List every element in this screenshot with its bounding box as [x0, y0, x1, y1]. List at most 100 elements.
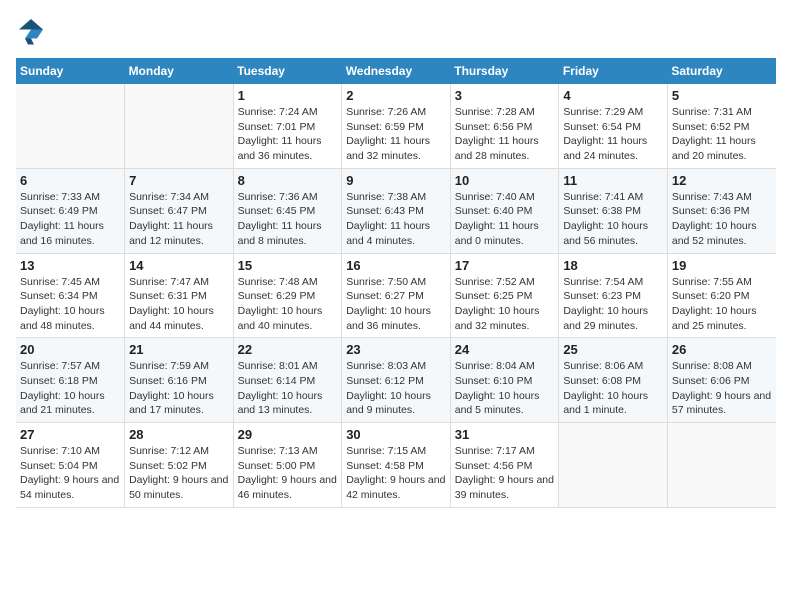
calendar-day-cell: 11 Sunrise: 7:41 AM Sunset: 6:38 PM Dayli…: [559, 168, 668, 253]
day-info: Sunrise: 7:45 AM Sunset: 6:34 PM Dayligh…: [20, 275, 120, 334]
calendar-day-cell: 13 Sunrise: 7:45 AM Sunset: 6:34 PM Dayli…: [16, 253, 125, 338]
day-number: 9: [346, 173, 446, 188]
day-info: Sunrise: 7:13 AM Sunset: 5:00 PM Dayligh…: [238, 444, 338, 503]
day-info: Sunrise: 7:55 AM Sunset: 6:20 PM Dayligh…: [672, 275, 772, 334]
day-info: Sunrise: 7:28 AM Sunset: 6:56 PM Dayligh…: [455, 105, 555, 164]
day-info: Sunrise: 8:04 AM Sunset: 6:10 PM Dayligh…: [455, 359, 555, 418]
day-info: Sunrise: 7:40 AM Sunset: 6:40 PM Dayligh…: [455, 190, 555, 249]
day-number: 21: [129, 342, 229, 357]
day-info: Sunrise: 7:24 AM Sunset: 7:01 PM Dayligh…: [238, 105, 338, 164]
day-number: 24: [455, 342, 555, 357]
day-info: Sunrise: 7:31 AM Sunset: 6:52 PM Dayligh…: [672, 105, 772, 164]
calendar-day-cell: 21Sunrise: 7:59 AM Sunset: 6:16 PM Dayli…: [125, 338, 234, 423]
day-number: 28: [129, 427, 229, 442]
calendar-day-cell: [667, 423, 776, 508]
calendar-day-cell: 9 Sunrise: 7:38 AM Sunset: 6:43 PM Daylig…: [342, 168, 451, 253]
calendar-day-cell: 31Sunrise: 7:17 AM Sunset: 4:56 PM Dayli…: [450, 423, 559, 508]
calendar-day-cell: 4Sunrise: 7:29 AM Sunset: 6:54 PM Daylig…: [559, 84, 668, 168]
day-number: 26: [672, 342, 772, 357]
weekday-header: Monday: [125, 58, 234, 84]
day-number: 1: [238, 88, 338, 103]
day-info: Sunrise: 7:36 AM Sunset: 6:45 PM Dayligh…: [238, 190, 338, 249]
weekday-header: Friday: [559, 58, 668, 84]
calendar-day-cell: 20 Sunrise: 7:57 AM Sunset: 6:18 PM Dayli…: [16, 338, 125, 423]
day-number: 29: [238, 427, 338, 442]
day-number: 23: [346, 342, 446, 357]
calendar-day-cell: 16 Sunrise: 7:50 AM Sunset: 6:27 PM Dayli…: [342, 253, 451, 338]
calendar-day-cell: 24 Sunrise: 8:04 AM Sunset: 6:10 PM Dayli…: [450, 338, 559, 423]
calendar-body: 1 Sunrise: 7:24 AM Sunset: 7:01 PM Daylig…: [16, 84, 776, 507]
calendar-day-cell: 23Sunrise: 8:03 AM Sunset: 6:12 PM Dayli…: [342, 338, 451, 423]
day-number: 27: [20, 427, 120, 442]
day-number: 16: [346, 258, 446, 273]
calendar-day-cell: 2 Sunrise: 7:26 AM Sunset: 6:59 PM Daylig…: [342, 84, 451, 168]
calendar-day-cell: [16, 84, 125, 168]
day-info: Sunrise: 7:41 AM Sunset: 6:38 PM Dayligh…: [563, 190, 663, 249]
calendar-day-cell: 22Sunrise: 8:01 AM Sunset: 6:14 PM Dayli…: [233, 338, 342, 423]
day-info: Sunrise: 7:17 AM Sunset: 4:56 PM Dayligh…: [455, 444, 555, 503]
calendar-day-cell: 7 Sunrise: 7:34 AM Sunset: 6:47 PM Daylig…: [125, 168, 234, 253]
calendar-day-cell: 30 Sunrise: 7:15 AM Sunset: 4:58 PM Dayli…: [342, 423, 451, 508]
day-number: 10: [455, 173, 555, 188]
day-info: Sunrise: 7:38 AM Sunset: 6:43 PM Dayligh…: [346, 190, 446, 249]
day-number: 3: [455, 88, 555, 103]
day-info: Sunrise: 7:50 AM Sunset: 6:27 PM Dayligh…: [346, 275, 446, 334]
day-number: 12: [672, 173, 772, 188]
page-header: [16, 16, 776, 46]
calendar-day-cell: 5 Sunrise: 7:31 AM Sunset: 6:52 PM Daylig…: [667, 84, 776, 168]
day-info: Sunrise: 7:47 AM Sunset: 6:31 PM Dayligh…: [129, 275, 229, 334]
day-number: 30: [346, 427, 446, 442]
day-number: 5: [672, 88, 772, 103]
calendar-day-cell: 8 Sunrise: 7:36 AM Sunset: 6:45 PM Daylig…: [233, 168, 342, 253]
day-number: 20: [20, 342, 120, 357]
calendar-day-cell: [559, 423, 668, 508]
calendar-day-cell: 18Sunrise: 7:54 AM Sunset: 6:23 PM Dayli…: [559, 253, 668, 338]
day-info: Sunrise: 7:12 AM Sunset: 5:02 PM Dayligh…: [129, 444, 229, 503]
day-number: 11: [563, 173, 663, 188]
calendar-week-row: 1 Sunrise: 7:24 AM Sunset: 7:01 PM Daylig…: [16, 84, 776, 168]
day-info: Sunrise: 7:26 AM Sunset: 6:59 PM Dayligh…: [346, 105, 446, 164]
day-number: 2: [346, 88, 446, 103]
calendar-table: SundayMondayTuesdayWednesdayThursdayFrid…: [16, 58, 776, 508]
calendar-day-cell: 29 Sunrise: 7:13 AM Sunset: 5:00 PM Dayli…: [233, 423, 342, 508]
day-info: Sunrise: 7:34 AM Sunset: 6:47 PM Dayligh…: [129, 190, 229, 249]
calendar-day-cell: 28 Sunrise: 7:12 AM Sunset: 5:02 PM Dayli…: [125, 423, 234, 508]
calendar-day-cell: 12 Sunrise: 7:43 AM Sunset: 6:36 PM Dayli…: [667, 168, 776, 253]
day-number: 25: [563, 342, 663, 357]
calendar-day-cell: 19 Sunrise: 7:55 AM Sunset: 6:20 PM Dayli…: [667, 253, 776, 338]
day-number: 14: [129, 258, 229, 273]
weekday-header: Wednesday: [342, 58, 451, 84]
day-info: Sunrise: 7:15 AM Sunset: 4:58 PM Dayligh…: [346, 444, 446, 503]
day-info: Sunrise: 7:52 AM Sunset: 6:25 PM Dayligh…: [455, 275, 555, 334]
day-info: Sunrise: 7:57 AM Sunset: 6:18 PM Dayligh…: [20, 359, 120, 418]
weekday-header: Tuesday: [233, 58, 342, 84]
day-info: Sunrise: 7:54 AM Sunset: 6:23 PM Dayligh…: [563, 275, 663, 334]
calendar-day-cell: [125, 84, 234, 168]
day-number: 7: [129, 173, 229, 188]
logo-icon: [16, 16, 46, 46]
day-number: 13: [20, 258, 120, 273]
day-info: Sunrise: 7:10 AM Sunset: 5:04 PM Dayligh…: [20, 444, 120, 503]
calendar-day-cell: 25Sunrise: 8:06 AM Sunset: 6:08 PM Dayli…: [559, 338, 668, 423]
logo: [16, 16, 50, 46]
weekday-header: Sunday: [16, 58, 125, 84]
day-number: 19: [672, 258, 772, 273]
calendar-day-cell: 3 Sunrise: 7:28 AM Sunset: 6:56 PM Daylig…: [450, 84, 559, 168]
calendar-header: SundayMondayTuesdayWednesdayThursdayFrid…: [16, 58, 776, 84]
calendar-day-cell: 1 Sunrise: 7:24 AM Sunset: 7:01 PM Daylig…: [233, 84, 342, 168]
day-number: 15: [238, 258, 338, 273]
weekday-header: Thursday: [450, 58, 559, 84]
day-info: Sunrise: 7:48 AM Sunset: 6:29 PM Dayligh…: [238, 275, 338, 334]
weekday-row: SundayMondayTuesdayWednesdayThursdayFrid…: [16, 58, 776, 84]
calendar-day-cell: 6Sunrise: 7:33 AM Sunset: 6:49 PM Daylig…: [16, 168, 125, 253]
day-number: 8: [238, 173, 338, 188]
day-number: 4: [563, 88, 663, 103]
calendar-week-row: 6Sunrise: 7:33 AM Sunset: 6:49 PM Daylig…: [16, 168, 776, 253]
calendar-week-row: 13 Sunrise: 7:45 AM Sunset: 6:34 PM Dayli…: [16, 253, 776, 338]
day-number: 22: [238, 342, 338, 357]
day-info: Sunrise: 7:43 AM Sunset: 6:36 PM Dayligh…: [672, 190, 772, 249]
calendar-day-cell: 27 Sunrise: 7:10 AM Sunset: 5:04 PM Dayli…: [16, 423, 125, 508]
calendar-day-cell: 15 Sunrise: 7:48 AM Sunset: 6:29 PM Dayli…: [233, 253, 342, 338]
calendar-week-row: 20 Sunrise: 7:57 AM Sunset: 6:18 PM Dayli…: [16, 338, 776, 423]
day-number: 17: [455, 258, 555, 273]
